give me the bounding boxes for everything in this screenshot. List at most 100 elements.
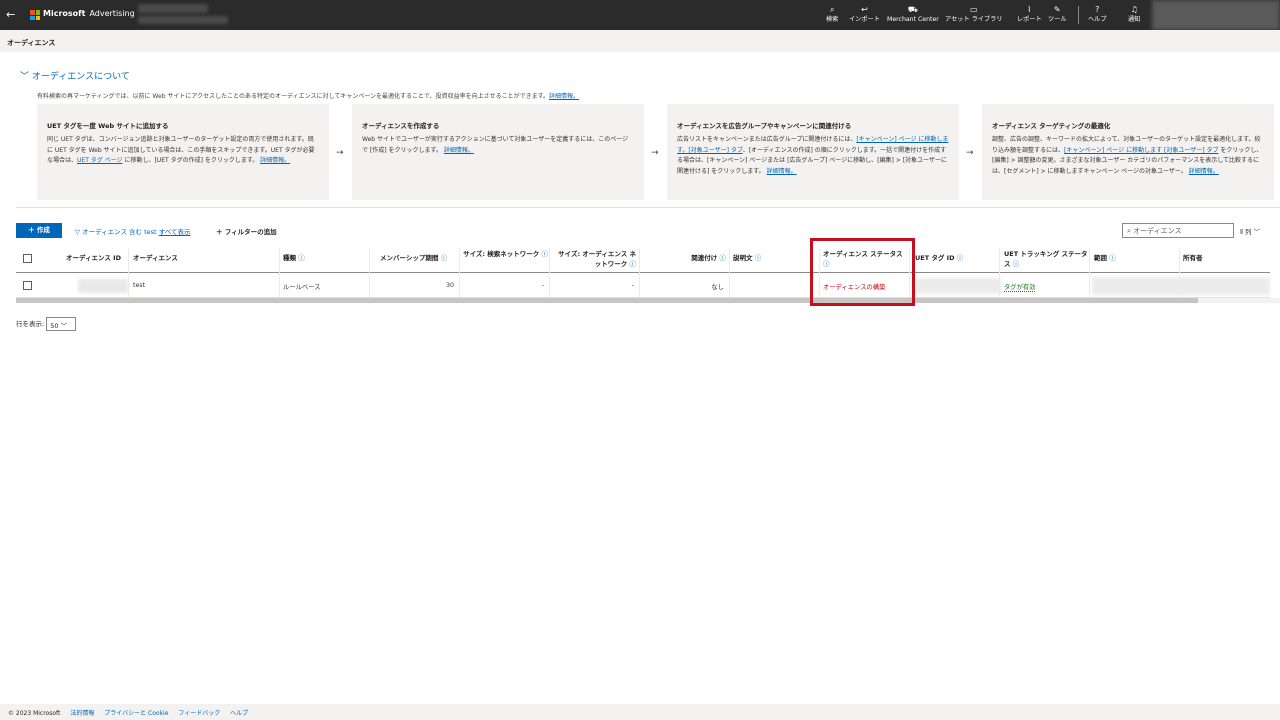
column-header-membership-duration[interactable]: メンバーシップ期間 ⓘ [380,249,460,277]
search-icon: ⌕ [829,5,835,14]
nav-notifications[interactable]: ♫ 通知 [1128,5,1140,24]
column-header-audience[interactable]: オーディエンス [133,249,233,277]
footer-link-privacy[interactable]: プライバシーと Cookie [104,710,168,717]
about-learn-more-link[interactable]: 詳細情報。 [549,93,579,100]
search-icon: ⌕ [1127,227,1131,235]
search-input[interactable]: ⌕ オーディエンス [1122,223,1234,238]
help-icon[interactable]: ⓘ [957,254,964,262]
microsoft-logo-icon [30,10,40,20]
uet-tag-page-link[interactable]: UET タグ ページ [77,157,123,164]
card-title: オーディエンスを広告グループやキャンペーンに関連付ける [677,122,852,130]
nav-import[interactable]: ↩ インポート [849,5,880,24]
copyright: © 2023 Microsoft [8,710,61,717]
card-title: オーディエンス ターゲティングの最適化 [992,122,1111,130]
footer-link-legal[interactable]: 法的情報 [70,710,94,717]
footer: © 2023 Microsoft 法的情報 プライバシーと Cookie フィー… [0,704,1280,720]
horizontal-scrollbar[interactable] [16,298,1198,303]
size-audience-cell: - [631,282,634,289]
step-card-optimize: オーディエンス ターゲティングの最適化 調整、広告の調整、キーワードの拡大によっ… [982,104,1274,200]
section-divider [16,207,1280,208]
chevron-down-icon: ﹀ [60,322,68,330]
help-icon[interactable]: ⓘ [755,254,762,262]
active-filter[interactable]: ▽ オーディエンス 含む test すべて表示 [75,226,190,236]
column-header-associations[interactable]: 関連付け ⓘ [678,249,726,277]
card-body: 広告リストをキャンペーンまたは広告グループに関連付けるには、[キャンペーン] ペ… [677,136,949,175]
uet-tracking-status-cell[interactable]: タグが有効 [1004,282,1036,292]
card-learn-more-link[interactable]: 詳細情報。 [767,168,797,175]
about-title: オーディエンスについて [31,72,130,82]
column-header-size-audience[interactable]: サイズ: オーディエンス ネットワーク ⓘ [552,245,636,273]
library-icon: ▭ [969,5,978,14]
help-icon: ? [1095,5,1100,14]
help-icon[interactable]: ⓘ [298,254,305,262]
chart-icon: ⌇ [1027,5,1032,14]
help-icon[interactable]: ⓘ [1013,260,1020,268]
card-title: UET タグを一度 Web サイトに追加する [47,122,169,130]
step-card-uet-tag: UET タグを一度 Web サイトに追加する 同じ UET タグは、コンバージョ… [37,104,329,200]
duration-cell: 30 [445,282,454,289]
card-body: Web サイトでユーザーが実行するアクションに基づいて対象ユーザーを定義するには… [362,136,629,154]
card-learn-more-link[interactable]: 詳細情報。 [444,147,474,154]
column-header-description[interactable]: 説明文 ⓘ [733,249,813,277]
about-toggle[interactable]: ﹀ オーディエンスについて [20,69,130,82]
nav-reports[interactable]: ⌇ レポート [1017,5,1042,24]
filter-icon: ▽ [75,228,80,236]
uet-tag-id-cell [913,278,1001,294]
chevron-down-icon: ﹀ [20,72,30,82]
import-icon: ↩ [861,5,868,14]
help-icon[interactable]: ⓘ [630,260,637,268]
audience-id-cell [78,279,128,293]
help-icon[interactable]: ⓘ [1109,254,1116,262]
create-button[interactable]: ＋ 作成 [16,223,62,238]
arrow-right-icon: → [966,148,974,158]
add-filter-button[interactable]: ＋ フィルターの追加 [216,226,277,236]
help-icon[interactable]: ⓘ [720,254,727,262]
bell-icon: ♫ [1130,5,1138,14]
nav-tools[interactable]: ✎ ツール [1048,5,1067,24]
card-title: オーディエンスを作成する [362,122,440,130]
page-title: オーディエンス [7,39,56,47]
rows-per-page: 行を表示: 50 ﹀ [16,317,77,331]
back-arrow-icon[interactable]: ← [6,8,15,21]
cart-icon: ⛟ [907,5,918,14]
card-learn-more-link[interactable]: 詳細情報。 [260,157,290,164]
columns-icon: ⦀ [1240,228,1243,236]
footer-link-help[interactable]: ヘルプ [230,710,248,717]
rows-per-page-select[interactable]: 50 ﹀ [46,317,77,331]
brand-name[interactable]: Microsoft Advertising [43,9,135,18]
help-icon[interactable]: ⓘ [441,254,448,262]
card-learn-more-link[interactable]: 詳細情報。 [1189,168,1219,175]
account-id [138,16,228,24]
account-name[interactable] [138,4,208,13]
arrow-right-icon: → [651,148,659,158]
top-bar: ← Microsoft Advertising ⌕ 検索 ↩ インポート ⛟ Merch… [0,0,1280,30]
row-checkbox[interactable] [23,281,32,290]
column-header-uet-tracking-status[interactable]: UET トラッキング ステータス ⓘ [1004,245,1088,273]
nav-merchant-center[interactable]: ⛟ Merchant Center [887,5,939,24]
nav-divider [1078,6,1079,24]
columns-button[interactable]: ⦀ 列 ﹀ [1240,226,1260,237]
column-header-type[interactable]: 種類 ⓘ [283,249,363,277]
scope-owner-cell [1092,277,1270,295]
column-header-size-search[interactable]: サイズ: 検索ネットワーク ⓘ [462,245,548,273]
wrench-icon: ✎ [1053,5,1061,14]
column-header-owner[interactable]: 所有者 [1183,249,1243,277]
nav-asset-library[interactable]: ▭ アセット ライブラリ [945,5,1003,24]
footer-link-feedback[interactable]: フィードバック [178,710,220,717]
column-header-scope[interactable]: 範囲 ⓘ [1094,249,1164,277]
associations-link[interactable]: なし [686,282,724,291]
column-header-audience-id[interactable]: オーディエンス ID [66,249,126,277]
profile-menu[interactable] [1152,0,1280,30]
nav-help[interactable]: ? ヘルプ [1088,5,1107,24]
show-all-link[interactable]: すべて表示 [159,228,191,236]
arrow-right-icon: → [336,148,344,158]
card-body: 調整、広告の調整、キーワードの拡大によって、対象ユーザーのターゲット設定を最適化… [992,136,1263,175]
audience-name-link[interactable]: test [133,282,145,289]
type-cell: ルールベース [283,284,321,291]
step-card-create-audience: オーディエンスを作成する Web サイトでユーザーが実行するアクションに基づいて… [352,104,644,200]
nav-search[interactable]: ⌕ 検索 [826,5,838,24]
help-icon[interactable]: ⓘ [542,250,549,258]
select-all-checkbox[interactable] [23,254,32,263]
column-header-uet-tag-id[interactable]: UET タグ ID ⓘ [915,249,995,277]
campaign-audience-tab-link[interactable]: [キャンペーン] ページ に移動します [対象ユーザー] タブ [1064,147,1218,154]
